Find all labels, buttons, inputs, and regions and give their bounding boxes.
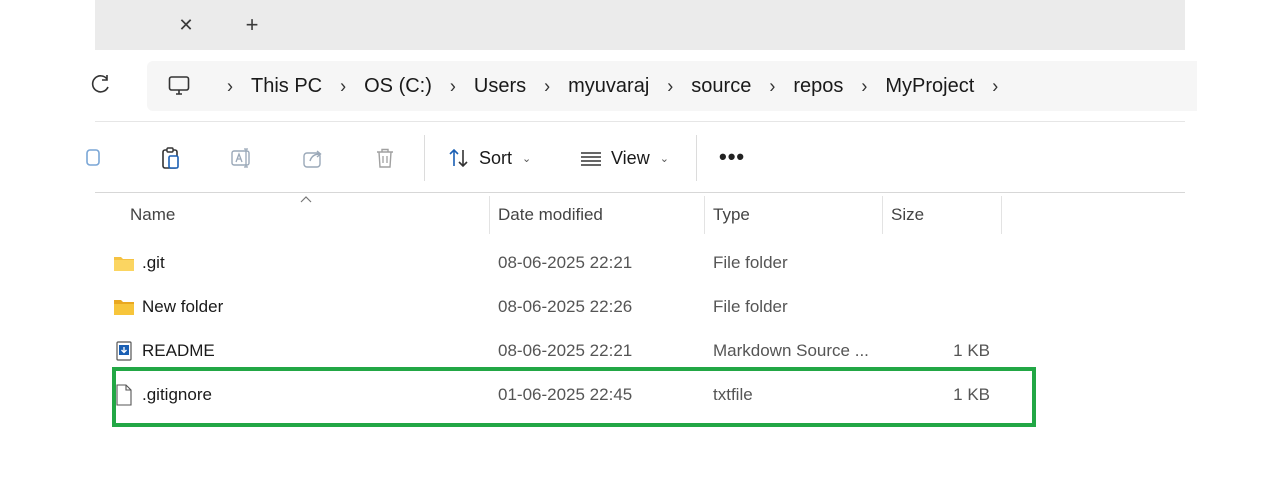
file-date-modified: 08-06-2025 22:26 bbox=[498, 297, 633, 316]
file-row-readme[interactable]: README 08-06-2025 22:21 Markdown Source … bbox=[109, 329, 1109, 373]
chevron-right-icon[interactable]: › bbox=[769, 74, 775, 97]
rename-icon[interactable] bbox=[229, 145, 255, 171]
text-file-icon bbox=[116, 384, 132, 406]
chevron-right-icon[interactable]: › bbox=[450, 74, 456, 97]
command-toolbar: Sort ⌄ View ⌄ ••• bbox=[86, 123, 1185, 193]
chevron-right-icon[interactable]: › bbox=[227, 74, 233, 97]
file-name: .git bbox=[142, 253, 165, 272]
column-headers: Name Date modified Type Size bbox=[95, 196, 1185, 234]
file-name: README bbox=[142, 341, 215, 360]
breadcrumb-repos[interactable]: repos bbox=[787, 75, 849, 98]
column-header-size[interactable]: Size bbox=[891, 196, 924, 234]
file-size: 1 KB bbox=[953, 341, 990, 360]
breadcrumb-os-c[interactable]: OS (C:) bbox=[358, 75, 438, 98]
column-divider[interactable] bbox=[882, 196, 883, 234]
address-bar[interactable]: › This PC › OS (C:) › Users › myuvaraj ›… bbox=[147, 61, 1197, 111]
toolbar-divider bbox=[424, 135, 425, 181]
paste-icon[interactable] bbox=[158, 145, 184, 171]
file-name: .gitignore bbox=[142, 385, 212, 404]
column-divider[interactable] bbox=[704, 196, 705, 234]
view-label: View bbox=[611, 147, 650, 168]
breadcrumb-myproject[interactable]: MyProject bbox=[879, 75, 980, 98]
breadcrumb-source[interactable]: source bbox=[685, 75, 757, 98]
folder-icon bbox=[114, 257, 134, 271]
column-header-type[interactable]: Type bbox=[713, 196, 750, 234]
breadcrumb: › This PC › OS (C:) › Users › myuvaraj ›… bbox=[215, 61, 1010, 111]
breadcrumb-myuvaraj[interactable]: myuvaraj bbox=[562, 75, 655, 98]
navigation-bar: › This PC › OS (C:) › Users › myuvaraj ›… bbox=[91, 50, 1197, 122]
chevron-right-icon[interactable]: › bbox=[992, 74, 998, 97]
chevron-right-icon[interactable]: › bbox=[340, 74, 346, 97]
file-date-modified: 08-06-2025 22:21 bbox=[498, 341, 633, 360]
more-options-button[interactable]: ••• bbox=[719, 146, 745, 168]
column-header-name[interactable]: Name bbox=[130, 196, 175, 234]
chevron-right-icon[interactable]: › bbox=[544, 74, 550, 97]
new-tab-icon[interactable]: + bbox=[239, 12, 265, 38]
file-row-git[interactable]: .git 08-06-2025 22:21 File folder bbox=[109, 241, 1109, 285]
column-divider[interactable] bbox=[1001, 196, 1002, 234]
file-explorer-window: ✕ + › This PC › OS (C:) › Users › myuvar… bbox=[86, 0, 1197, 500]
file-name: New folder bbox=[142, 297, 224, 316]
file-row-gitignore[interactable]: .gitignore 01-06-2025 22:45 txtfile 1 KB bbox=[109, 373, 1109, 417]
folder-icon bbox=[114, 300, 134, 315]
sort-label: Sort bbox=[479, 147, 513, 168]
chevron-down-icon: ⌄ bbox=[522, 152, 532, 165]
tab-strip: ✕ + bbox=[95, 0, 1185, 50]
file-size: 1 KB bbox=[953, 385, 990, 404]
column-header-date-modified[interactable]: Date modified bbox=[498, 196, 603, 234]
computer-icon[interactable] bbox=[167, 74, 191, 98]
file-type: Markdown Source ... bbox=[713, 341, 869, 360]
close-tab-icon[interactable]: ✕ bbox=[173, 12, 199, 38]
file-row-new-folder[interactable]: New folder 08-06-2025 22:26 File folder bbox=[109, 285, 1109, 329]
delete-icon[interactable] bbox=[372, 145, 398, 171]
file-date-modified: 08-06-2025 22:21 bbox=[498, 253, 633, 272]
column-divider[interactable] bbox=[489, 196, 490, 234]
sort-ascending-icon bbox=[300, 196, 312, 203]
share-icon[interactable] bbox=[301, 145, 327, 171]
file-type: txtfile bbox=[713, 385, 753, 404]
file-size bbox=[890, 241, 990, 285]
chevron-down-icon: ⌄ bbox=[659, 152, 669, 165]
markdown-file-icon bbox=[116, 341, 132, 361]
view-icon bbox=[581, 152, 601, 166]
file-date-modified: 01-06-2025 22:45 bbox=[498, 385, 633, 404]
breadcrumb-users[interactable]: Users bbox=[468, 75, 532, 98]
refresh-icon[interactable] bbox=[89, 72, 113, 96]
file-size bbox=[890, 285, 990, 329]
breadcrumb-this-pc[interactable]: This PC bbox=[245, 75, 328, 98]
file-type: File folder bbox=[713, 253, 788, 272]
toolbar-divider bbox=[696, 135, 697, 181]
view-button[interactable]: View ⌄ bbox=[579, 143, 669, 173]
sort-icon bbox=[449, 148, 468, 168]
chevron-right-icon[interactable]: › bbox=[667, 74, 673, 97]
chevron-right-icon[interactable]: › bbox=[861, 74, 867, 97]
copy-icon[interactable] bbox=[83, 145, 109, 171]
file-type: File folder bbox=[713, 297, 788, 316]
sort-button[interactable]: Sort ⌄ bbox=[447, 143, 531, 173]
